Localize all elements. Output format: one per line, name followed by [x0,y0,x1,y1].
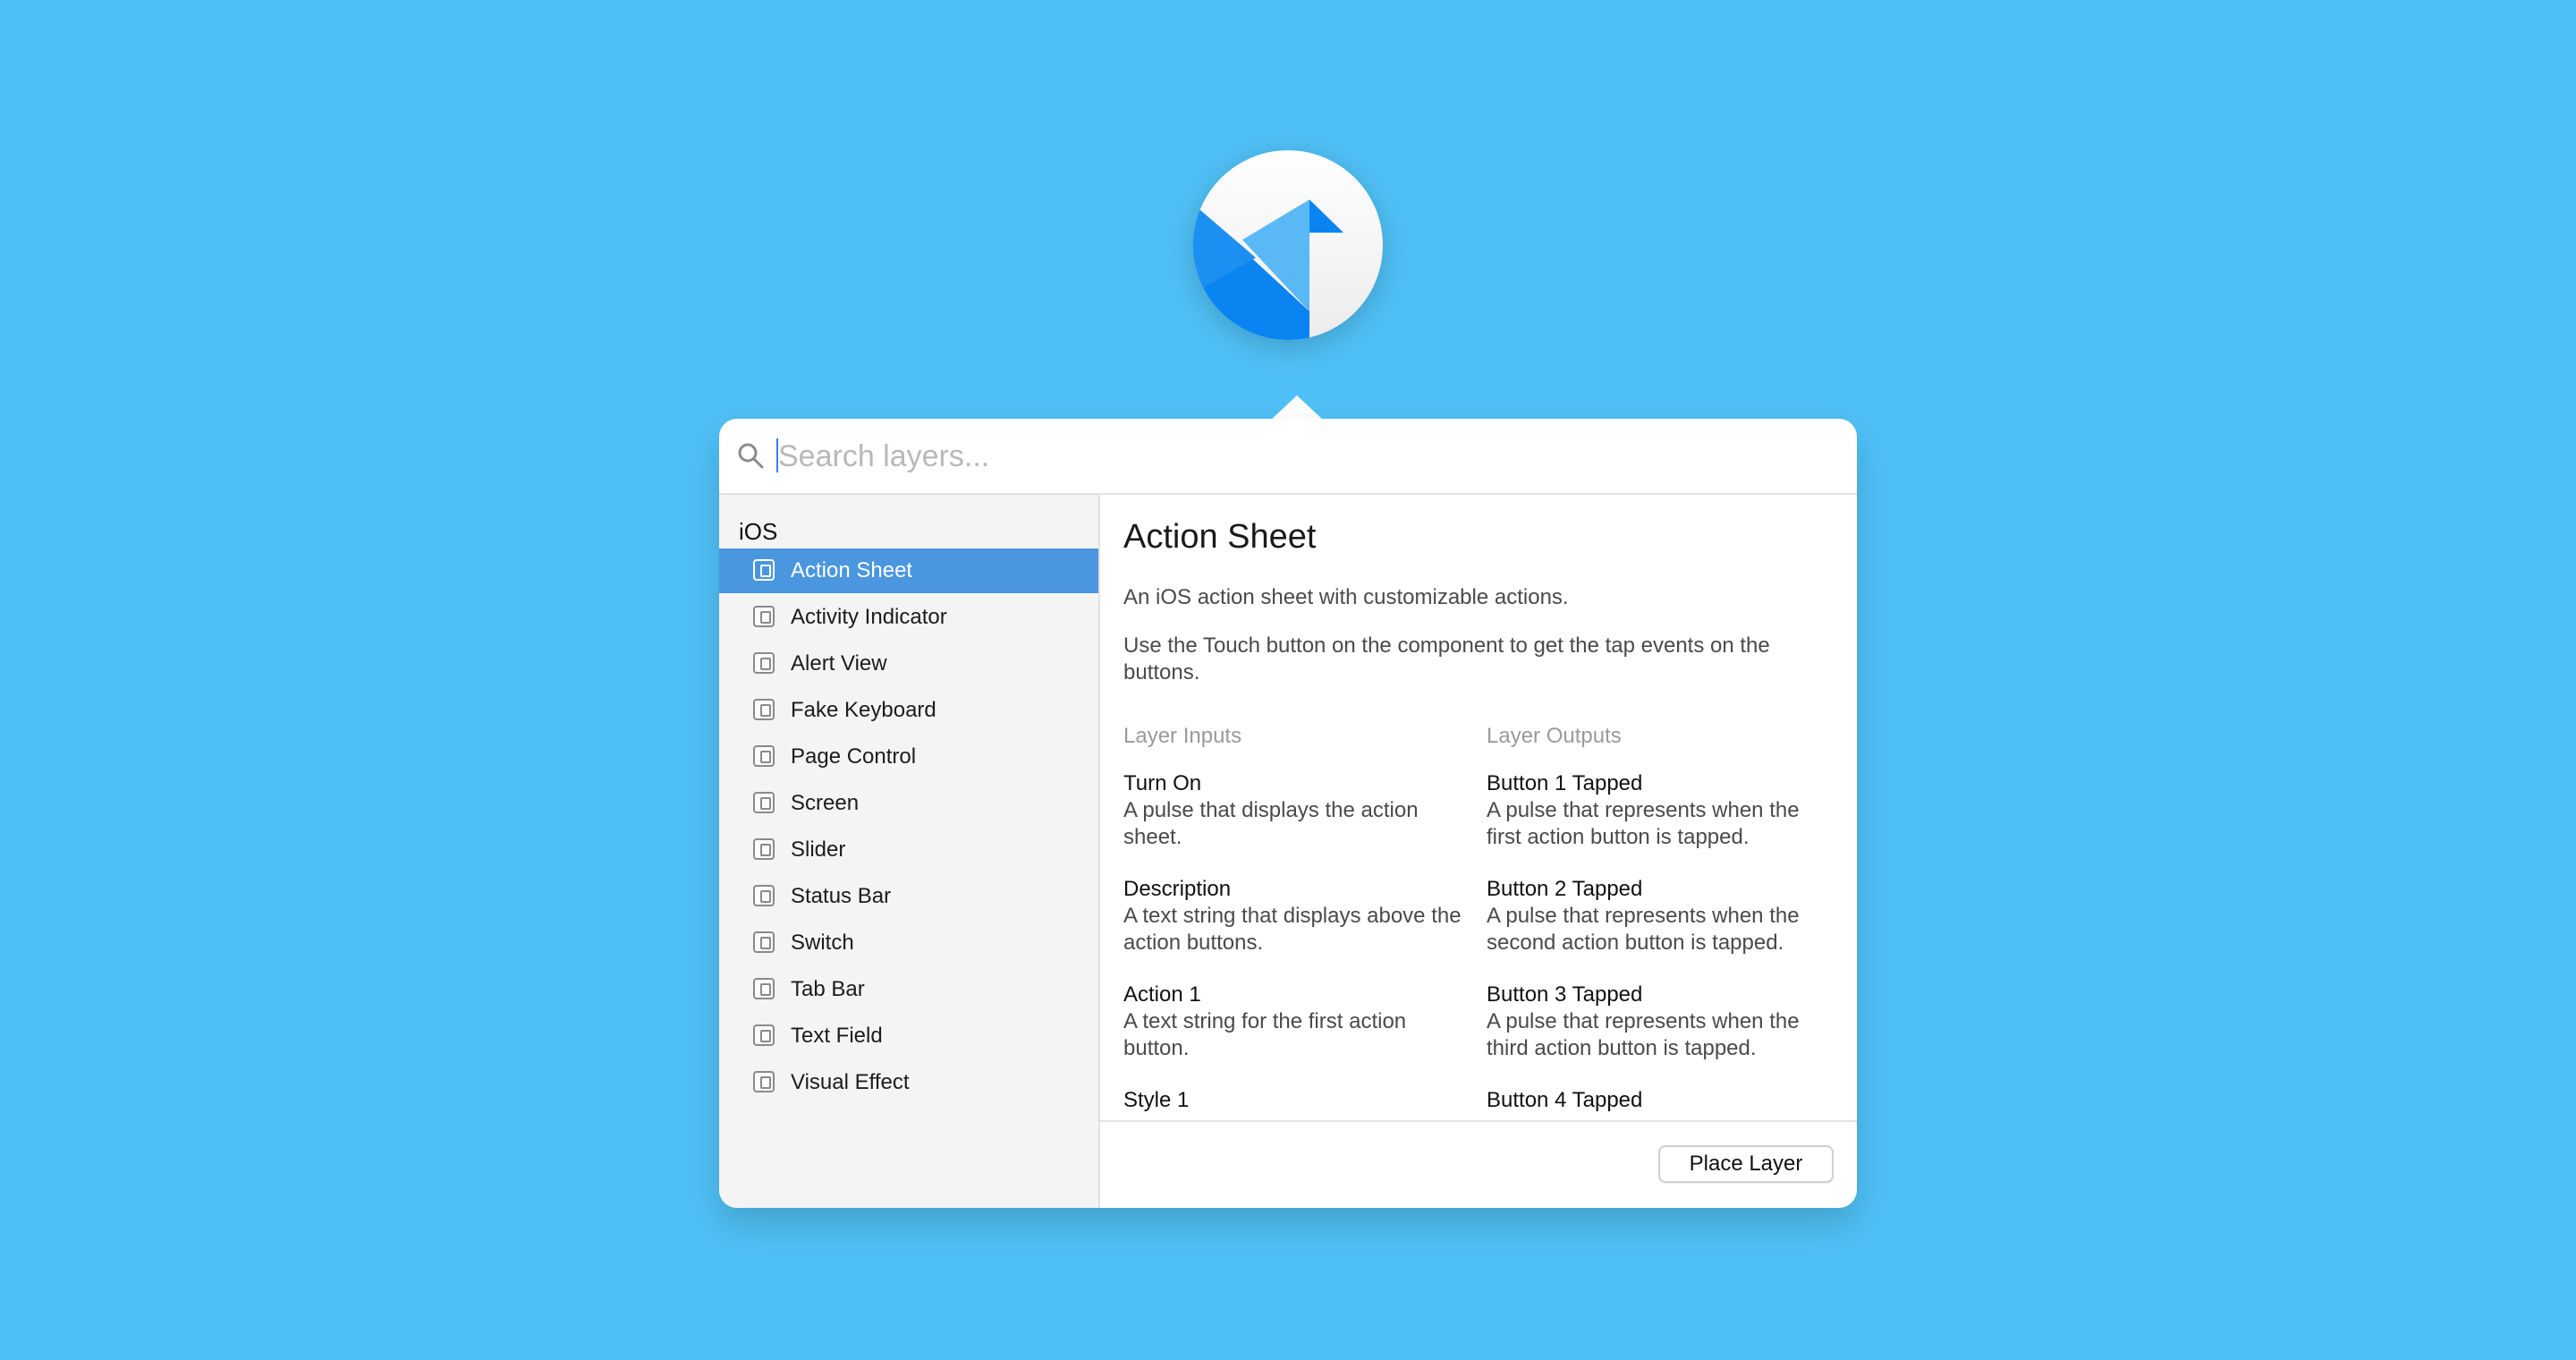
sidebar-item-label: Fake Keyboard [791,698,936,722]
sidebar-item-label: Screen [791,791,860,815]
input-port-desc: A text string that displays above the ac… [1123,904,1462,955]
input-port: Style 1 [1123,1087,1472,1114]
layer-component-icon [753,652,775,674]
sidebar-item-label: Visual Effect [791,1070,910,1094]
sidebar-item-visual-effect[interactable]: Visual Effect [719,1060,1098,1105]
sidebar-item-label: Slider [791,837,846,862]
input-port: Description A text string that displays … [1123,876,1472,956]
detail-footer: Place Layer [1100,1120,1857,1210]
sidebar-item-label: Activity Indicator [791,605,947,629]
sidebar-item-label: Tab Bar [791,977,865,1001]
sidebar-item-label: Text Field [791,1024,883,1048]
sidebar-item-switch[interactable]: Switch [719,921,1098,965]
sidebar-item-activity-indicator[interactable]: Activity Indicator [719,595,1098,640]
output-port-name: Button 1 Tapped [1487,771,1643,795]
outputs-heading: Layer Outputs [1487,724,1622,748]
sidebar-section-title: iOS [739,518,778,545]
output-port: Button 3 Tapped A pulse that represents … [1487,982,1835,1062]
input-port-name: Action 1 [1123,982,1201,1007]
output-port-name: Button 3 Tapped [1487,982,1643,1007]
layer-component-icon [753,699,775,720]
input-port-name: Description [1123,877,1232,901]
layer-picker-popover: iOS Action Sheet Activity Indicator Aler… [719,419,1857,1208]
input-port-desc: A text string for the first action butto… [1123,1009,1407,1060]
output-port: Button 1 Tapped A pulse that represents … [1487,770,1835,851]
input-port: Turn On A pulse that displays the action… [1123,770,1472,851]
output-port-name: Button 4 Tapped [1487,1088,1643,1112]
sidebar-item-page-control[interactable]: Page Control [719,735,1098,779]
output-port-desc: A pulse that represents when the second … [1487,904,1800,955]
input-port-name: Style 1 [1123,1088,1190,1112]
popover-arrow [1270,395,1324,421]
sidebar-item-label: Status Bar [791,884,892,908]
layer-component-icon [753,792,775,813]
layer-sidebar: iOS Action Sheet Activity Indicator Aler… [719,495,1100,1208]
sidebar-item-text-field[interactable]: Text Field [719,1014,1098,1058]
layer-component-icon [753,559,775,581]
sidebar-item-status-bar[interactable]: Status Bar [719,874,1098,919]
detail-usage: Use the Touch button on the component to… [1123,633,1770,684]
place-layer-button[interactable]: Place Layer [1658,1145,1834,1183]
sidebar-item-label: Alert View [791,651,887,676]
input-port-desc: A pulse that displays the action sheet. [1123,798,1419,849]
layer-component-icon [753,606,775,627]
detail-description: An iOS action sheet with customizable ac… [1123,585,1569,609]
layer-component-icon [753,1071,775,1092]
sidebar-item-label: Switch [791,931,854,955]
layer-component-icon [753,885,775,906]
layer-component-icon [753,1024,775,1046]
sidebar-item-screen[interactable]: Screen [719,781,1098,826]
output-port-desc: A pulse that represents when the first a… [1487,798,1800,849]
layer-component-icon [753,978,775,999]
search-bar [719,419,1857,495]
output-port: Button 4 Tapped [1487,1087,1835,1114]
origami-app-icon [1193,150,1383,340]
sidebar-item-fake-keyboard[interactable]: Fake Keyboard [719,688,1098,733]
sidebar-item-slider[interactable]: Slider [719,828,1098,872]
sidebar-item-tab-bar[interactable]: Tab Bar [719,967,1098,1012]
output-port-name: Button 2 Tapped [1487,877,1643,901]
detail-title: Action Sheet [1123,518,1317,556]
app-icon [1193,150,1383,340]
output-port-desc: A pulse that represents when the third a… [1487,1009,1800,1060]
magnifier-icon [738,443,764,469]
inputs-heading: Layer Inputs [1123,724,1242,748]
output-port: Button 2 Tapped A pulse that represents … [1487,876,1835,956]
input-port: Action 1 A text string for the first act… [1123,982,1472,1062]
search-input[interactable] [776,431,1835,481]
layer-component-icon [753,745,775,767]
sidebar-item-label: Action Sheet [791,558,913,582]
layer-component-icon [753,931,775,953]
sidebar-item-alert-view[interactable]: Alert View [719,642,1098,686]
sidebar-item-action-sheet[interactable]: Action Sheet [719,548,1098,593]
layer-detail-pane: Action Sheet An iOS action sheet with cu… [1100,495,1857,1121]
sidebar-item-label: Page Control [791,744,917,769]
input-port-name: Turn On [1123,771,1202,795]
layer-component-icon [753,838,775,860]
